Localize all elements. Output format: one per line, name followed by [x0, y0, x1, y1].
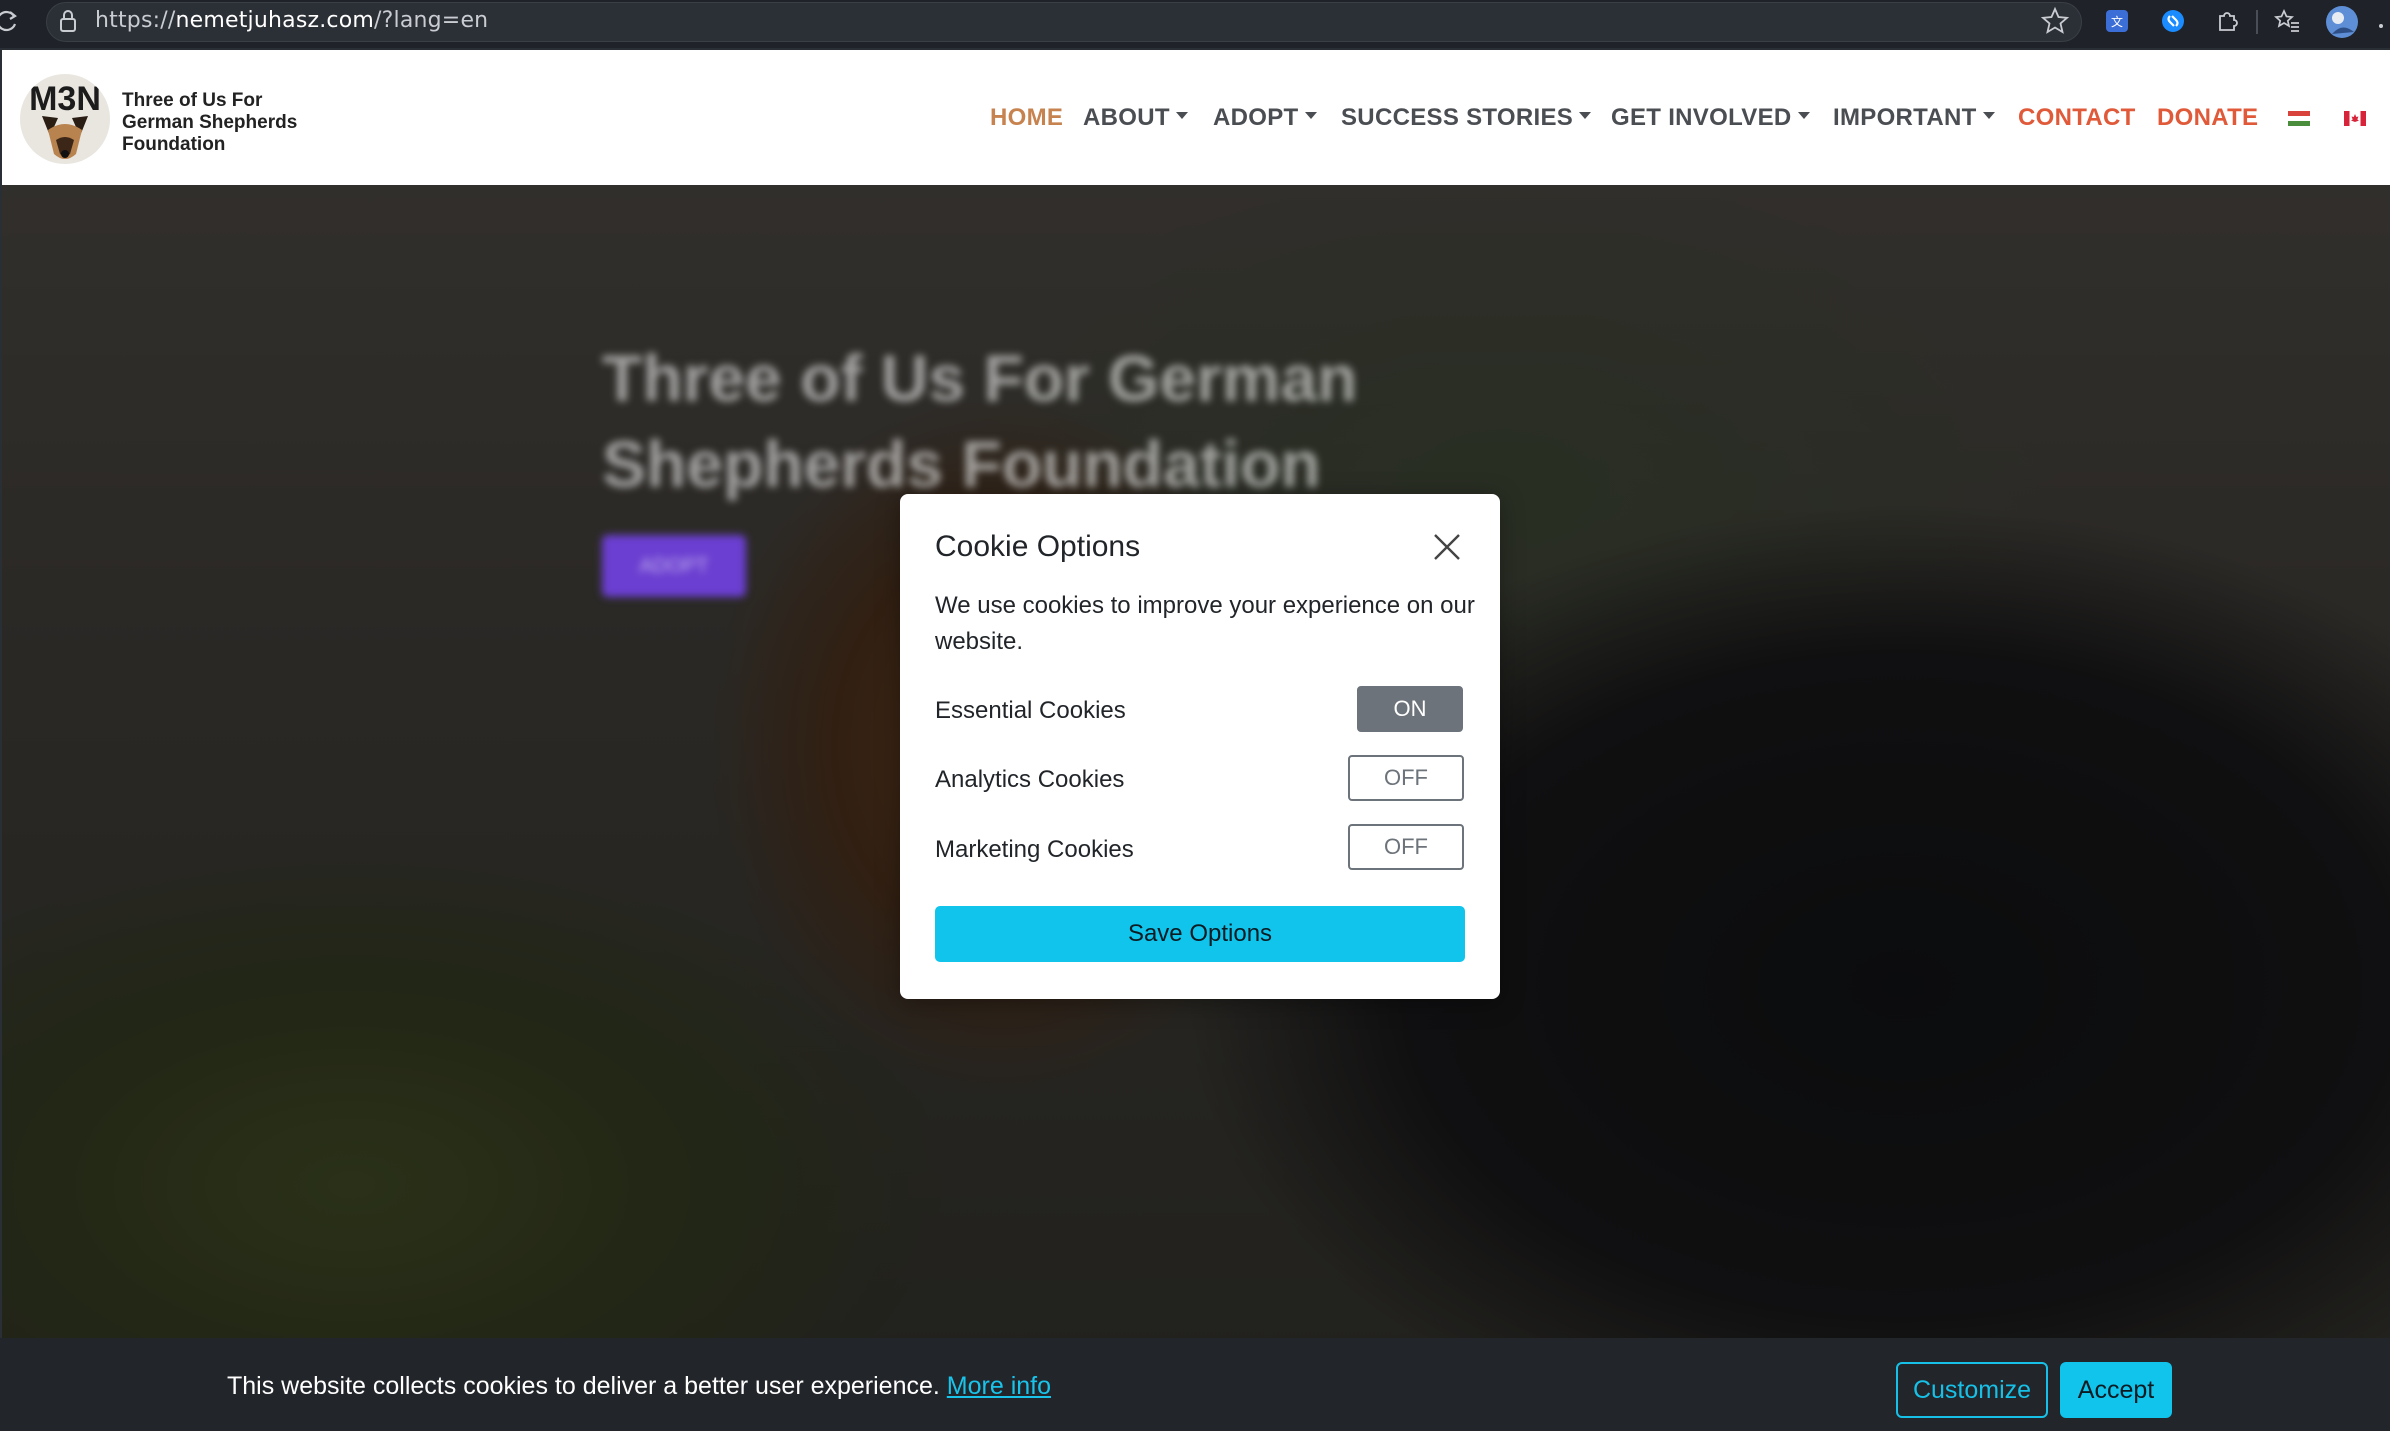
browser-toolbar: https://nemetjuhasz.com/?lang=en 文 [0, 0, 2390, 48]
nav-adopt[interactable]: ADOPT [1213, 104, 1317, 132]
reload-icon[interactable] [0, 8, 20, 34]
marketing-cookies-toggle[interactable]: OFF [1348, 824, 1464, 870]
lock-icon[interactable] [56, 8, 80, 34]
hero-adopt-button[interactable]: ADOPT [602, 535, 746, 597]
nav-about[interactable]: ABOUT [1083, 104, 1188, 132]
modal-title: Cookie Options [935, 530, 1141, 563]
more-info-link[interactable]: More info [947, 1372, 1051, 1400]
nav-donate[interactable]: DONATE [2157, 104, 2258, 132]
url-text[interactable]: https://nemetjuhasz.com/?lang=en [95, 8, 488, 33]
customize-button[interactable]: Customize [1896, 1362, 2048, 1418]
logo-line-1: Three of Us For [122, 90, 263, 111]
analytics-cookies-label: Analytics Cookies [935, 766, 1125, 793]
translate-extension-icon[interactable]: 文 [2102, 6, 2132, 36]
nav-get-involved[interactable]: GET INVOLVED [1611, 104, 1810, 132]
favorites-icon[interactable] [2272, 6, 2302, 36]
close-icon[interactable] [1430, 530, 1464, 564]
hero-title: Three of Us For German Shepherds Foundat… [602, 341, 1358, 501]
cookie-options-modal: Cookie Options We use cookies to improve… [900, 494, 1500, 999]
more-menu-icon[interactable] [2372, 6, 2390, 36]
site-header: M3N Three of Us For German Shepherds Fou… [2, 50, 2390, 185]
profile-avatar-icon[interactable] [2324, 4, 2360, 40]
shazam-extension-icon[interactable] [2158, 6, 2188, 36]
cookie-bar-text: This website collects cookies to deliver… [227, 1372, 940, 1400]
logo-mark: M3N [29, 80, 101, 118]
accept-button[interactable]: Accept [2060, 1362, 2172, 1418]
nav-important[interactable]: IMPORTANT [1833, 104, 1995, 132]
chevron-down-icon [1175, 112, 1188, 120]
site-logo[interactable]: M3N [20, 74, 110, 164]
nav-home[interactable]: HOME [990, 104, 1063, 132]
german-shepherd-logo-icon: M3N [29, 80, 101, 159]
cookie-bar-message: This website collects cookies to deliver… [227, 1372, 1051, 1401]
analytics-cookies-toggle[interactable]: OFF [1348, 755, 1464, 801]
logo-line-2: German Shepherds [122, 112, 298, 133]
chevron-down-icon [1304, 112, 1317, 120]
nav-success-stories[interactable]: SUCCESS STORIES [1341, 104, 1592, 132]
hungary-flag-icon[interactable] [2288, 111, 2310, 126]
canada-flag-icon[interactable] [2344, 111, 2366, 126]
chevron-down-icon [1579, 112, 1592, 120]
chevron-down-icon [1797, 112, 1810, 120]
toolbar-divider [2256, 10, 2258, 34]
cookie-consent-bar: This website collects cookies to deliver… [0, 1338, 2390, 1431]
bookmark-star-icon[interactable] [2040, 6, 2070, 36]
marketing-cookies-label: Marketing Cookies [935, 836, 1134, 863]
svg-text:文: 文 [2111, 14, 2123, 29]
nav-contact[interactable]: CONTACT [2018, 104, 2136, 132]
logo-line-3: Foundation [122, 134, 226, 155]
modal-description: We use cookies to improve your experienc… [935, 592, 1475, 655]
essential-cookies-toggle[interactable]: ON [1357, 686, 1463, 732]
save-options-button[interactable]: Save Options [935, 906, 1465, 962]
chevron-down-icon [1982, 112, 1995, 120]
essential-cookies-label: Essential Cookies [935, 697, 1126, 724]
extensions-puzzle-icon[interactable] [2212, 6, 2242, 36]
logo-text[interactable]: Three of Us For German Shepherds Foundat… [122, 90, 297, 156]
